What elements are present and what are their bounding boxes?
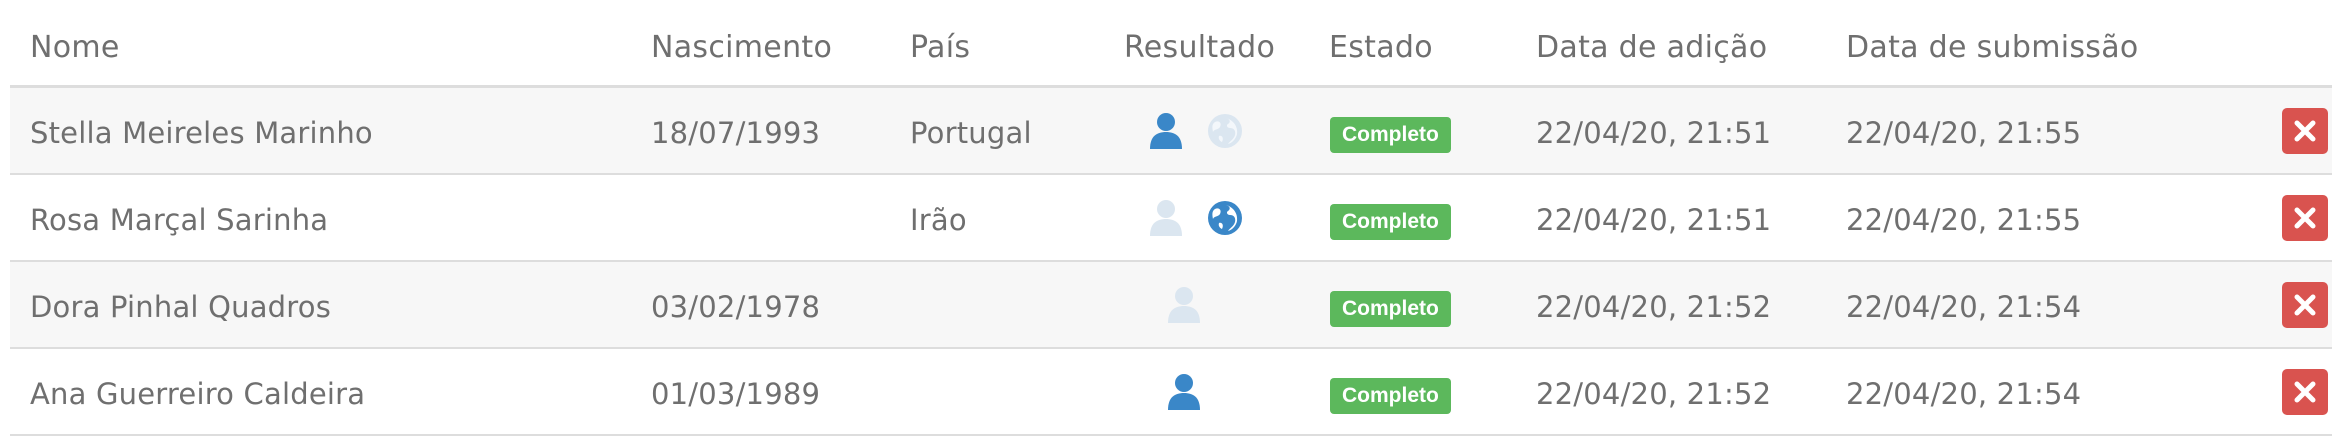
cell-data-adicao: 22/04/20, 21:51 bbox=[1536, 116, 1772, 150]
submissions-table: Nome Nascimento País Resultado Estado Da… bbox=[0, 0, 2342, 438]
cell-nome: Ana Guerreiro Caldeira bbox=[30, 377, 366, 411]
cell-nome: Dora Pinhal Quadros bbox=[30, 290, 332, 324]
close-icon bbox=[2294, 294, 2316, 316]
delete-button[interactable] bbox=[2282, 108, 2328, 154]
person-icon[interactable] bbox=[1166, 286, 1202, 324]
cell-data-submissao: 22/04/20, 21:55 bbox=[1846, 116, 2082, 150]
header-estado[interactable]: Estado bbox=[1329, 30, 1433, 65]
cell-pais: Irão bbox=[910, 203, 967, 237]
cell-nome: Rosa Marçal Sarinha bbox=[30, 203, 329, 237]
status-badge: Completo bbox=[1330, 117, 1451, 153]
header-data-adicao[interactable]: Data de adição bbox=[1536, 30, 1767, 65]
cell-data-submissao: 22/04/20, 21:54 bbox=[1846, 290, 2082, 324]
close-icon bbox=[2294, 381, 2316, 403]
status-badge: Completo bbox=[1330, 378, 1451, 414]
delete-button[interactable] bbox=[2282, 195, 2328, 241]
cell-nascimento: 18/07/1993 bbox=[651, 116, 821, 150]
person-icon[interactable] bbox=[1166, 373, 1202, 411]
cell-nome: Stella Meireles Marinho bbox=[30, 116, 373, 150]
table-row[interactable]: Dora Pinhal Quadros 03/02/1978 Completo 22/… bbox=[10, 262, 2332, 349]
cell-data-adicao: 22/04/20, 21:52 bbox=[1536, 377, 1772, 411]
globe-icon[interactable] bbox=[1206, 199, 1242, 237]
header-nascimento[interactable]: Nascimento bbox=[651, 30, 832, 65]
table-row[interactable]: Stella Meireles Marinho 18/07/1993 Portuga… bbox=[10, 88, 2332, 175]
status-badge: Completo bbox=[1330, 291, 1451, 327]
delete-button[interactable] bbox=[2282, 282, 2328, 328]
cell-data-submissao: 22/04/20, 21:54 bbox=[1846, 377, 2082, 411]
delete-button[interactable] bbox=[2282, 369, 2328, 415]
table-row[interactable]: Ana Guerreiro Caldeira 01/03/1989 Completo… bbox=[10, 349, 2332, 436]
cell-data-submissao: 22/04/20, 21:55 bbox=[1846, 203, 2082, 237]
status-badge: Completo bbox=[1330, 204, 1451, 240]
cell-nascimento: 01/03/1989 bbox=[651, 377, 821, 411]
person-icon[interactable] bbox=[1148, 199, 1184, 237]
header-pais[interactable]: País bbox=[910, 30, 970, 65]
cell-data-adicao: 22/04/20, 21:52 bbox=[1536, 290, 1772, 324]
close-icon bbox=[2294, 207, 2316, 229]
table-row[interactable]: Rosa Marçal Sarinha Irão Completo 22/04/20,… bbox=[10, 175, 2332, 262]
header-data-submissao[interactable]: Data de submissão bbox=[1846, 30, 2139, 65]
cell-pais: Portugal bbox=[910, 116, 1032, 150]
cell-nascimento: 03/02/1978 bbox=[651, 290, 821, 324]
table-header: Nome Nascimento País Resultado Estado Da… bbox=[10, 0, 2332, 88]
close-icon bbox=[2294, 120, 2316, 142]
header-resultado[interactable]: Resultado bbox=[1124, 30, 1275, 65]
cell-data-adicao: 22/04/20, 21:51 bbox=[1536, 203, 1772, 237]
person-icon[interactable] bbox=[1148, 112, 1184, 150]
header-nome[interactable]: Nome bbox=[30, 30, 120, 65]
globe-icon[interactable] bbox=[1206, 112, 1242, 150]
